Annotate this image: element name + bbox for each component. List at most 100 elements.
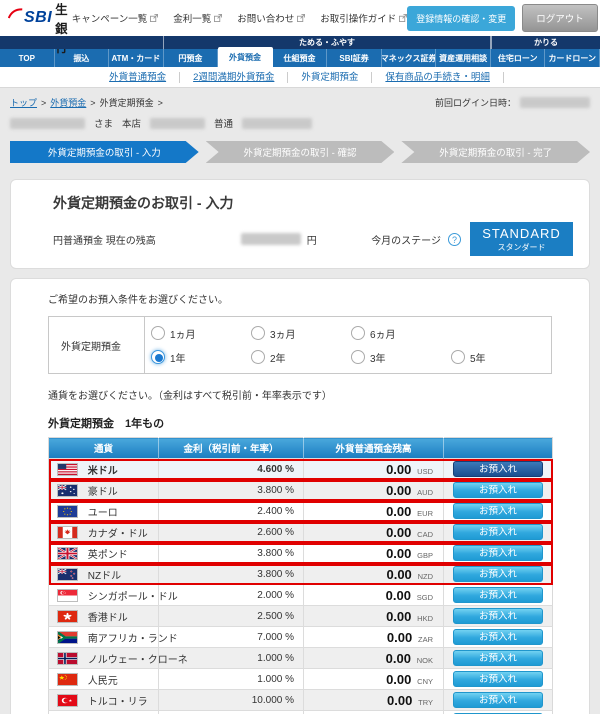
deposit-button[interactable]: お預入れ <box>453 671 543 687</box>
header-link[interactable]: お問い合わせ <box>237 11 305 25</box>
nav-tab[interactable]: マネックス証券 <box>382 49 437 67</box>
term-options-row-years: 1年 2年 3年 5年 <box>151 345 551 369</box>
nav-tab[interactable]: カードローン <box>545 49 600 67</box>
subnav-link[interactable]: 2週間満期外貨預金 <box>180 72 288 83</box>
register-info-button[interactable]: 登録情報の確認・変更 <box>407 6 515 31</box>
breadcrumb-item[interactable]: 外貨預金 <box>50 96 86 109</box>
breadcrumb-item[interactable]: 外貨定期預金 <box>100 96 154 109</box>
currency-rate: 2.500 % <box>159 606 304 627</box>
nav-tab-label: TOP <box>19 54 35 63</box>
currency-balance-cell: 0.00 TRY <box>304 690 444 711</box>
nav-tab[interactable]: 仕組預金 <box>273 49 328 67</box>
nav-tab[interactable]: 住宅ローン <box>491 49 546 67</box>
nav-tab[interactable]: SBI証券 <box>327 49 382 67</box>
term-option-label: 3年 <box>370 350 386 365</box>
external-link-icon <box>214 14 222 22</box>
radio-icon[interactable] <box>351 326 365 340</box>
step: 外貨定期預金の取引 - 入力 <box>10 141 199 163</box>
term-option[interactable]: 3ヵ月 <box>251 326 351 341</box>
header-link[interactable]: 金利一覧 <box>173 11 222 25</box>
currency-code: NOK <box>417 656 433 665</box>
currency-name: ユーロ <box>88 508 118 519</box>
currency-flag-icon <box>57 610 78 623</box>
currency-name: 米ドル <box>88 466 118 477</box>
deposit-button[interactable]: お預入れ <box>453 566 543 582</box>
radio-icon[interactable] <box>251 350 265 364</box>
subnav-link[interactable]: 保有商品の手続き・明細 <box>372 72 504 83</box>
currency-rate: 2.400 % <box>159 501 304 522</box>
currency-name: NZドル <box>88 571 121 582</box>
deposit-button[interactable]: お預入れ <box>453 629 543 645</box>
currency-rate: 3.800 % <box>159 564 304 585</box>
currency-code: ZAR <box>418 635 433 644</box>
currency-row: ノルウェー・クローネ 1.000 % 0.00 NOK お預入れ <box>49 648 553 669</box>
balance-unit: 円 <box>307 232 317 247</box>
deposit-button[interactable]: お預入れ <box>453 692 543 708</box>
nav-tab[interactable]: TOP <box>0 49 55 67</box>
subnav-link[interactable]: 外貨定期預金 <box>288 72 372 83</box>
stage-badge-ja: スタンダード <box>498 242 546 253</box>
radio-icon[interactable] <box>451 350 465 364</box>
step: 外貨定期預金の取引 - 完了 <box>401 141 590 163</box>
deposit-button[interactable]: お預入れ <box>453 545 543 561</box>
currency-name: カナダ・ドル <box>88 529 148 540</box>
deposit-button[interactable]: お預入れ <box>453 503 543 519</box>
currency-row: 英ポンド 3.800 % 0.00 GBP お預入れ <box>49 543 553 564</box>
deposit-button[interactable]: お預入れ <box>453 608 543 624</box>
radio-icon[interactable] <box>251 326 265 340</box>
redacted-last-login-datetime <box>520 97 590 108</box>
term-option[interactable]: 1ヵ月 <box>151 326 251 341</box>
nav-tab[interactable]: 円預金 <box>164 49 219 67</box>
help-icon[interactable]: ? <box>448 233 461 246</box>
nav-tab[interactable]: 外貨預金 <box>218 47 273 67</box>
deposit-button[interactable]: お預入れ <box>453 461 543 477</box>
term-option[interactable]: 5年 <box>451 350 551 365</box>
deposit-button[interactable]: お預入れ <box>453 482 543 498</box>
header-link-label: キャンペーン一覧 <box>72 11 148 25</box>
redacted-branch-number <box>150 118 205 129</box>
currency-row: シンガポール・ドル 2.000 % 0.00 SGD お預入れ <box>49 585 553 606</box>
deposit-button[interactable]: お預入れ <box>453 650 543 666</box>
currency-balance: 0.00 <box>386 525 411 540</box>
radio-icon[interactable] <box>351 350 365 364</box>
term-option[interactable]: 6ヵ月 <box>351 326 451 341</box>
deposit-button[interactable]: お預入れ <box>453 587 543 603</box>
currency-balance-cell: 0.00 EUR <box>304 501 444 522</box>
currency-row: 香港ドル 2.500 % 0.00 HKD お預入れ <box>49 606 553 627</box>
currency-prompt: 通貨をお選びください。（金利はすべて税引前・年率表示です） <box>48 387 552 402</box>
term-option-label: 2年 <box>270 350 286 365</box>
currency-code: AUD <box>417 488 433 497</box>
logout-button[interactable]: ログアウト <box>522 4 598 32</box>
breadcrumb-separator: > <box>90 98 95 108</box>
currency-rate: 1.000 % <box>159 711 304 714</box>
stage-label: 今月のステージ <box>371 232 441 247</box>
radio-icon[interactable] <box>151 350 165 364</box>
breadcrumb: トップ > 外貨預金 > 外貨定期預金 > <box>10 96 167 109</box>
currency-rate: 2.600 % <box>159 522 304 543</box>
term-option[interactable]: 1年 <box>151 350 251 365</box>
external-link-icon <box>150 14 158 22</box>
subnav-link[interactable]: 外貨普通預金 <box>96 72 180 83</box>
nav-tab-label: 仕組預金 <box>284 53 316 64</box>
header-link[interactable]: お取引操作ガイド <box>320 11 407 25</box>
nav-tab[interactable]: 資産運用相談 <box>436 49 491 67</box>
deposit-button[interactable]: お預入れ <box>453 524 543 540</box>
breadcrumb-separator: > <box>158 98 163 108</box>
header-link-label: 金利一覧 <box>173 11 211 25</box>
term-option[interactable]: 3年 <box>351 350 451 365</box>
redacted-balance-amount <box>241 233 301 245</box>
term-selector: 外貨定期預金 1ヵ月 3ヵ月 6ヵ月 <box>48 316 552 374</box>
nav-tab[interactable]: ATM・カード <box>109 49 164 67</box>
external-link-icon <box>399 14 407 22</box>
header-link[interactable]: キャンペーン一覧 <box>72 11 159 25</box>
nav-tab-label: 資産運用相談 <box>439 53 487 64</box>
radio-icon[interactable] <box>151 326 165 340</box>
breadcrumb-row: トップ > 外貨預金 > 外貨定期預金 > 前回ログイン日時： <box>10 96 590 109</box>
term-option[interactable]: 2年 <box>251 350 351 365</box>
nav-tab[interactable]: 振込 <box>55 49 110 67</box>
external-link-icon <box>297 14 305 22</box>
breadcrumb-item[interactable]: トップ <box>10 96 37 109</box>
currency-flag-icon <box>57 631 78 644</box>
deposit-card: ご希望のお預入条件をお選びください。 外貨定期預金 1ヵ月 3ヵ月 <box>10 278 590 714</box>
currency-name: 香港ドル <box>88 613 128 624</box>
